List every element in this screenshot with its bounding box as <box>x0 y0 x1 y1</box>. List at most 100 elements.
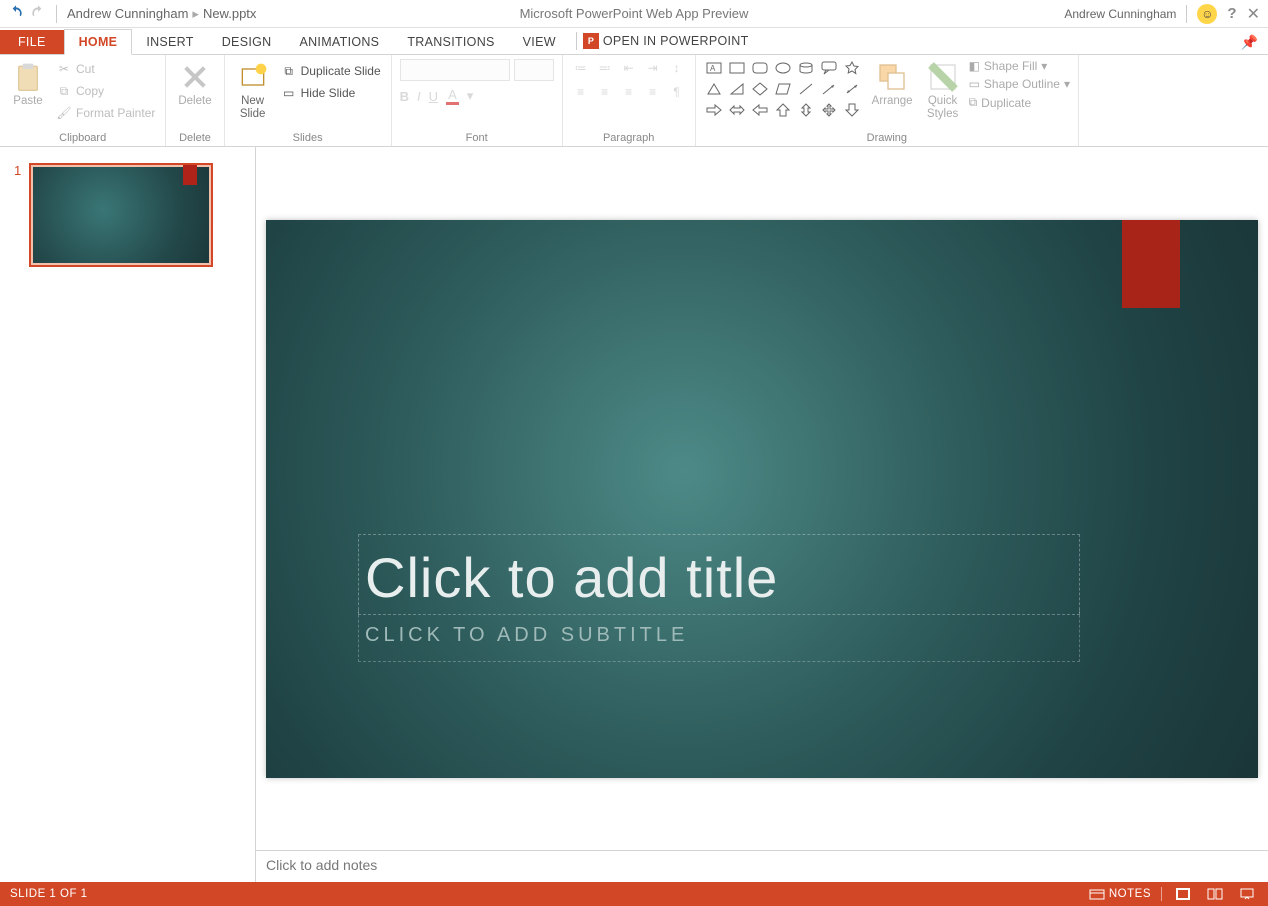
title-bar: Andrew Cunningham▸New.pptx Microsoft Pow… <box>0 0 1268 28</box>
svg-text:A: A <box>710 64 716 73</box>
align-center-button[interactable]: ≡ <box>595 83 615 101</box>
ribbon: Paste ✂Cut ⧉Copy 🖌Format Painter Clipboa… <box>0 55 1268 147</box>
tab-transitions[interactable]: TRANSITIONS <box>393 30 508 54</box>
duplicate-icon: ⧉ <box>969 95 978 110</box>
new-slide-button[interactable]: New Slide <box>233 59 273 122</box>
slideshow-view-button[interactable] <box>1236 886 1258 902</box>
shape-triangle-icon[interactable] <box>704 80 724 98</box>
duplicate-slide-button[interactable]: ⧉Duplicate Slide <box>279 61 383 81</box>
slide-ribbon-decoration <box>1122 220 1180 308</box>
shape-rect-icon[interactable] <box>727 59 747 77</box>
notes-pane[interactable]: Click to add notes <box>256 850 1268 882</box>
tab-file[interactable]: FILE <box>0 30 64 54</box>
tab-design[interactable]: DESIGN <box>208 30 286 54</box>
reading-view-button[interactable] <box>1204 886 1226 902</box>
shape-arrow-left-icon[interactable] <box>750 101 770 119</box>
ribbon-group-delete: Delete Delete <box>166 55 224 146</box>
shape-fill-button[interactable]: ◧Shape Fill▾ <box>969 59 1070 73</box>
shape-parallelogram-icon[interactable] <box>773 80 793 98</box>
shape-line-icon[interactable] <box>796 80 816 98</box>
copy-button[interactable]: ⧉Copy <box>54 81 157 101</box>
ribbon-group-drawing: A <box>696 55 1079 146</box>
undo-button[interactable] <box>8 4 24 23</box>
underline-button[interactable]: U <box>429 89 438 104</box>
slide[interactable]: Click to add title CLICK TO ADD SUBTITLE <box>266 220 1258 778</box>
shape-star-icon[interactable] <box>842 59 862 77</box>
close-icon[interactable]: ✕ <box>1247 4 1260 24</box>
shape-arrow-down-icon[interactable] <box>842 101 862 119</box>
arrange-button[interactable]: Arrange <box>868 59 917 110</box>
slide-thumbnail-panel[interactable]: 1 <box>0 147 256 882</box>
breadcrumb[interactable]: Andrew Cunningham▸New.pptx <box>67 6 256 22</box>
thumbnail-ribbon-decoration <box>183 165 197 185</box>
font-name-input[interactable] <box>400 59 510 81</box>
shape-textbox-icon[interactable]: A <box>704 59 724 77</box>
ribbon-group-clipboard: Paste ✂Cut ⧉Copy 🖌Format Painter Clipboa… <box>0 55 166 146</box>
feedback-smiley-icon[interactable]: ☺ <box>1197 4 1217 24</box>
shape-fill-icon: ◧ <box>969 59 980 73</box>
shape-outline-icon: ▭ <box>969 77 980 91</box>
app-title: Microsoft PowerPoint Web App Preview <box>520 6 749 21</box>
indent-decrease-button[interactable]: ⇤ <box>619 59 639 77</box>
shape-rounded-rect-icon[interactable] <box>750 59 770 77</box>
thumbnail-number: 1 <box>14 163 21 178</box>
bold-button[interactable]: B <box>400 89 409 104</box>
text-direction-button[interactable]: ¶ <box>667 83 687 101</box>
quick-styles-button[interactable]: Quick Styles <box>923 59 963 122</box>
subtitle-placeholder[interactable]: CLICK TO ADD SUBTITLE <box>358 610 1080 662</box>
bullets-button[interactable]: ≔ <box>571 59 591 77</box>
slide-position-label: SLIDE 1 OF 1 <box>10 888 88 900</box>
shape-right-triangle-icon[interactable] <box>727 80 747 98</box>
shape-outline-button[interactable]: ▭Shape Outline▾ <box>969 77 1070 91</box>
indent-increase-button[interactable]: ⇥ <box>643 59 663 77</box>
help-icon[interactable]: ? <box>1227 5 1236 22</box>
ribbon-group-slides: New Slide ⧉Duplicate Slide ▭Hide Slide S… <box>225 55 392 146</box>
delete-button[interactable]: Delete <box>174 59 215 110</box>
slide-canvas-area[interactable]: Click to add title CLICK TO ADD SUBTITLE <box>256 147 1268 850</box>
shape-arrow-leftright-icon[interactable] <box>727 101 747 119</box>
shape-arrow-updown-icon[interactable] <box>796 101 816 119</box>
work-area: 1 Click to add title CLICK TO ADD SUBTIT… <box>0 147 1268 882</box>
shape-cylinder-icon[interactable] <box>796 59 816 77</box>
tab-view[interactable]: VIEW <box>509 30 570 54</box>
redo-button[interactable] <box>30 4 46 23</box>
shape-arrow-up-icon[interactable] <box>773 101 793 119</box>
line-spacing-button[interactable]: ↕ <box>667 59 687 77</box>
shape-arrow-quad-icon[interactable] <box>819 101 839 119</box>
align-justify-button[interactable]: ≡ <box>643 83 663 101</box>
shapes-gallery[interactable]: A <box>704 59 862 119</box>
title-placeholder[interactable]: Click to add title <box>358 534 1080 615</box>
notes-toggle-button[interactable]: NOTES <box>1089 886 1151 902</box>
powerpoint-icon: P <box>583 33 599 49</box>
tab-animations[interactable]: ANIMATIONS <box>285 30 393 54</box>
numbering-button[interactable]: ≕ <box>595 59 615 77</box>
font-size-input[interactable] <box>514 59 554 81</box>
paste-button[interactable]: Paste <box>8 59 48 110</box>
cut-button[interactable]: ✂Cut <box>54 59 157 79</box>
shape-line-arrow-icon[interactable] <box>819 80 839 98</box>
tab-home[interactable]: HOME <box>64 29 133 55</box>
status-bar: SLIDE 1 OF 1 NOTES <box>0 882 1268 906</box>
tab-insert[interactable]: INSERT <box>132 30 207 54</box>
hide-slide-button[interactable]: ▭Hide Slide <box>279 83 383 103</box>
ribbon-tabs: FILE HOME INSERT DESIGN ANIMATIONS TRANS… <box>0 28 1268 55</box>
font-color-button[interactable]: A <box>446 87 459 105</box>
ribbon-group-paragraph: ≔ ≕ ⇤ ⇥ ↕ ≡ ≡ ≡ ≡ ¶ Paragraph <box>563 55 696 146</box>
normal-view-button[interactable] <box>1172 886 1194 902</box>
open-in-powerpoint-button[interactable]: OPEN IN POWERPOINT <box>603 34 749 48</box>
format-painter-button[interactable]: 🖌Format Painter <box>54 103 157 123</box>
shape-callout-icon[interactable] <box>819 59 839 77</box>
font-more-icon[interactable]: ▾ <box>467 88 474 104</box>
italic-button[interactable]: I <box>417 89 421 104</box>
align-right-button[interactable]: ≡ <box>619 83 639 101</box>
shape-ellipse-icon[interactable] <box>773 59 793 77</box>
shape-diamond-icon[interactable] <box>750 80 770 98</box>
align-left-button[interactable]: ≡ <box>571 83 591 101</box>
slide-thumbnail-1[interactable] <box>29 163 213 267</box>
shape-line-double-arrow-icon[interactable] <box>842 80 862 98</box>
user-name[interactable]: Andrew Cunningham <box>1064 7 1176 21</box>
pin-ribbon-icon[interactable]: 📌 <box>1241 34 1258 51</box>
ribbon-group-font: B I U A ▾ Font <box>392 55 563 146</box>
shape-arrow-right-icon[interactable] <box>704 101 724 119</box>
duplicate-shape-button[interactable]: ⧉Duplicate <box>969 95 1070 110</box>
